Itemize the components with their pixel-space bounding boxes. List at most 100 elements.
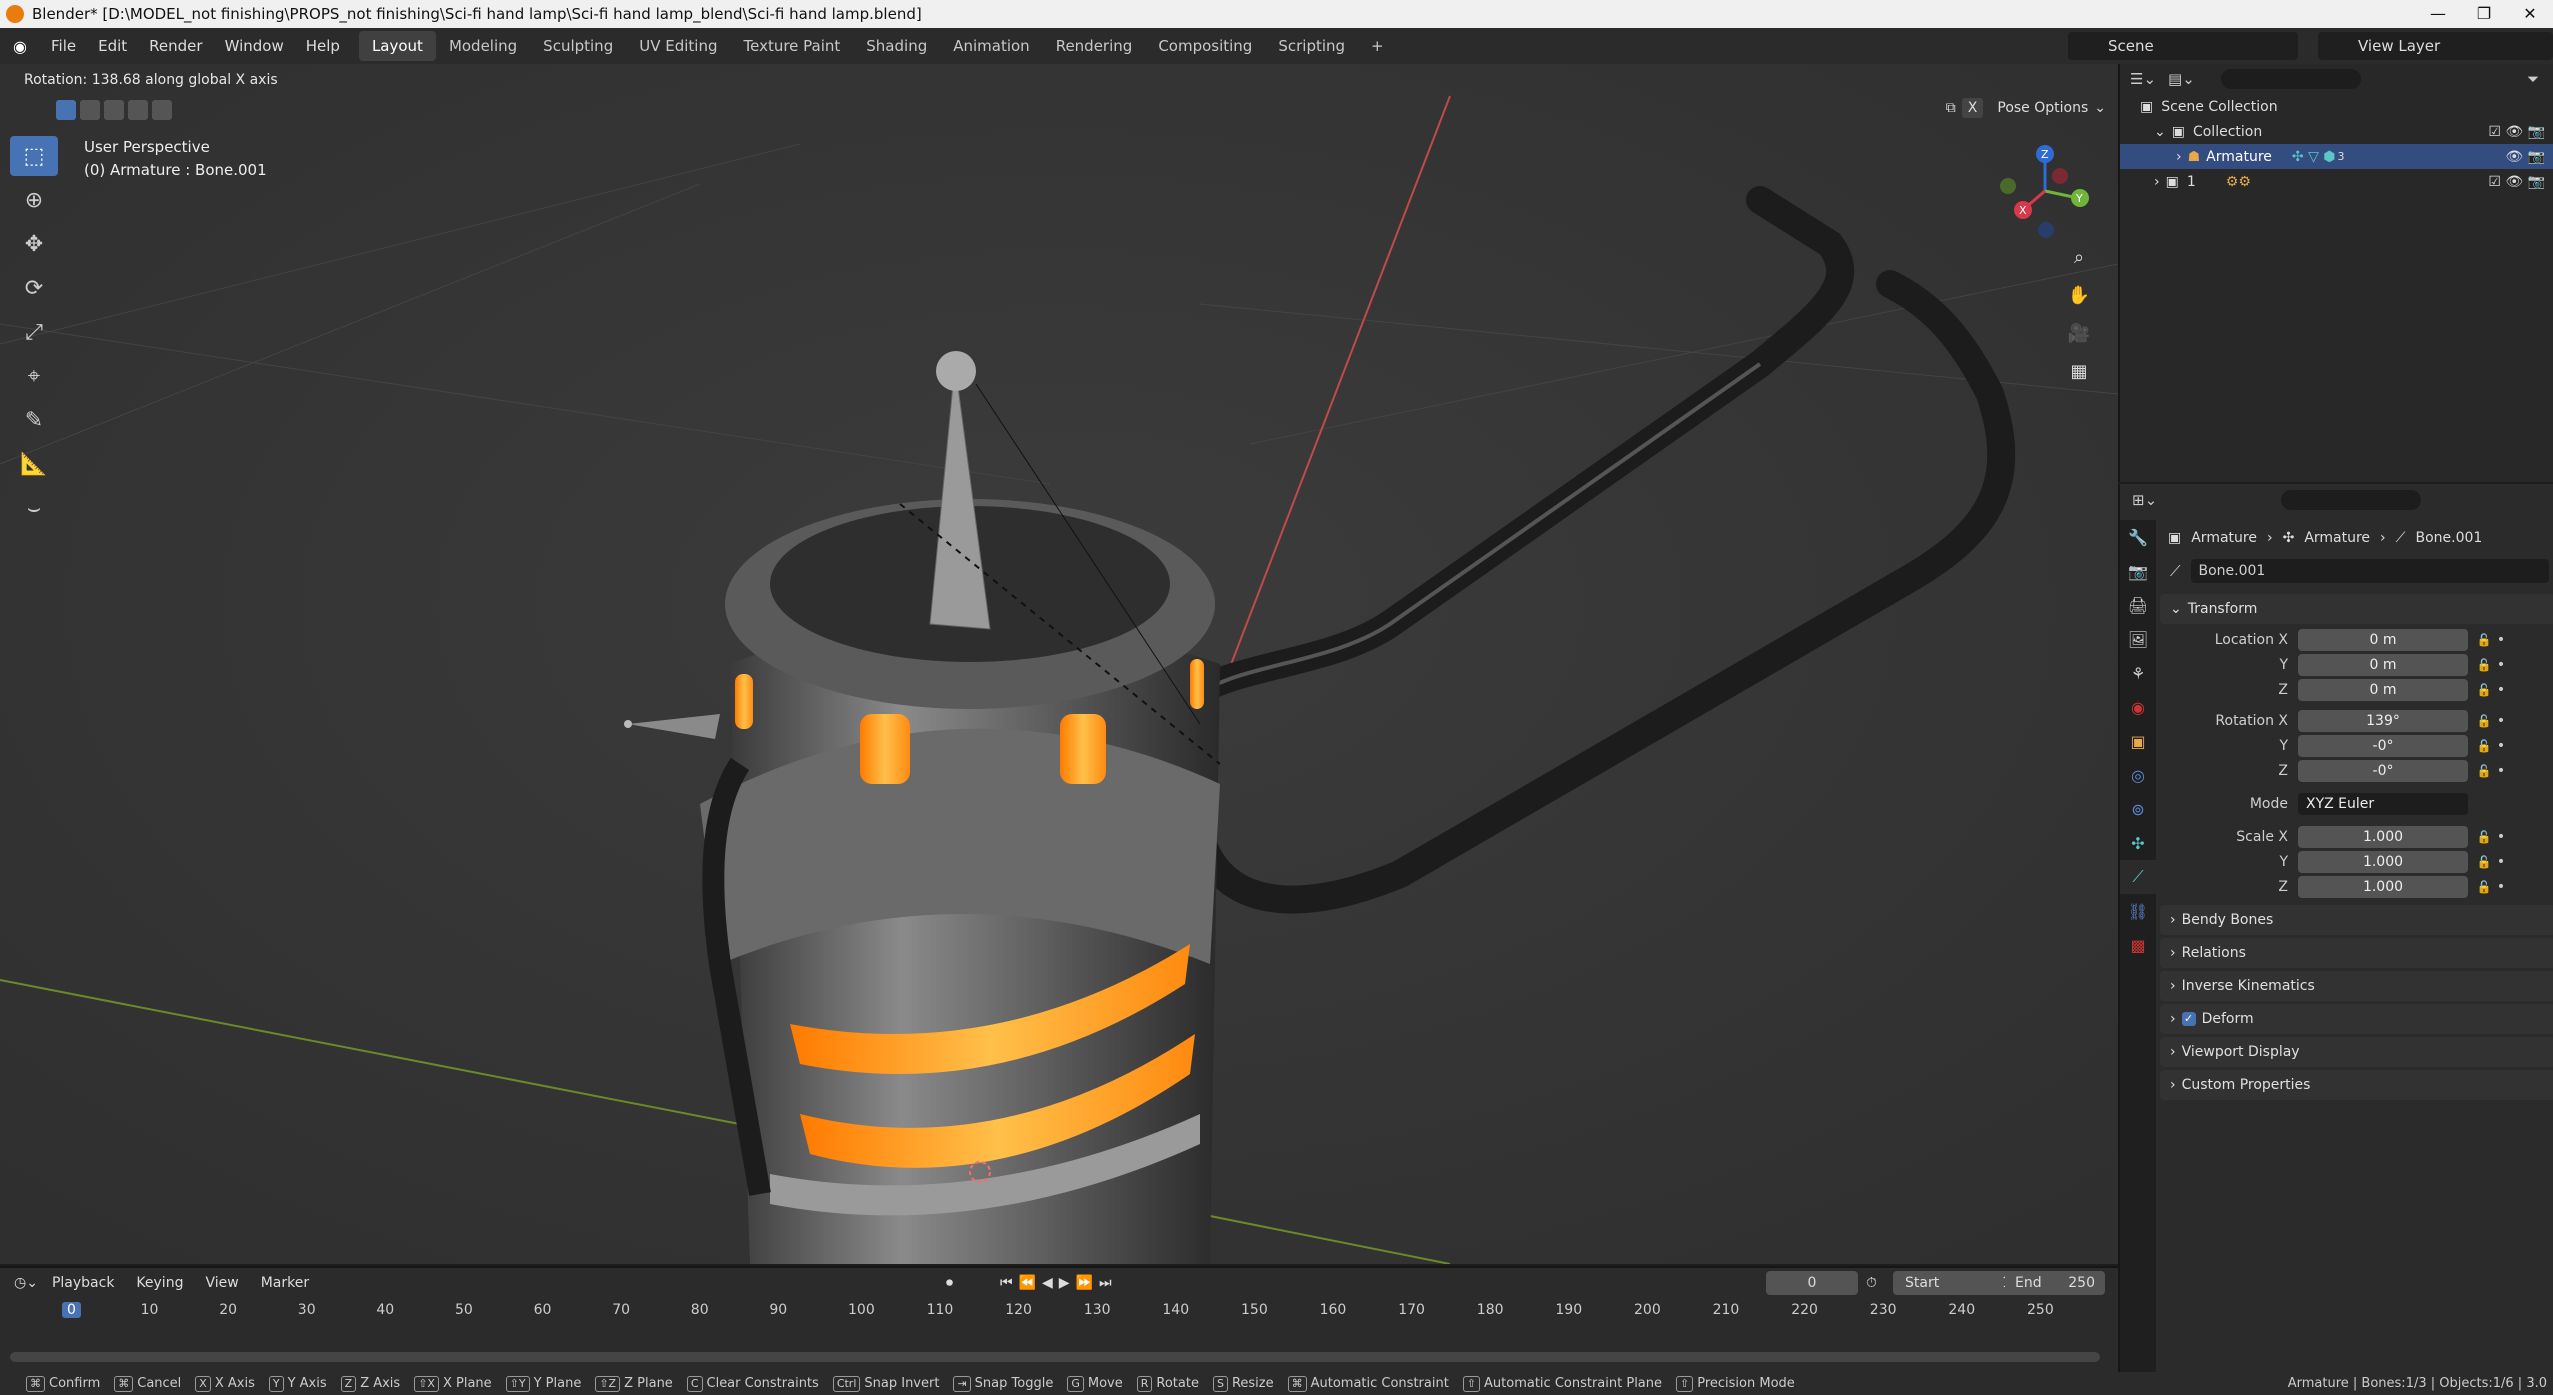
end-frame-field[interactable]: End 250	[2005, 1271, 2105, 1295]
modifier-tab-icon[interactable]: ◎	[2120, 758, 2156, 792]
outliner-collection-1[interactable]: › ▣ 1 ⚙⚙ ☑ 👁 📷	[2120, 169, 2553, 194]
menu-window[interactable]: Window	[214, 37, 295, 55]
cursor-tool[interactable]: ⊕	[10, 180, 58, 220]
view-layer-selector[interactable]: View Layer	[2318, 32, 2553, 60]
clock-icon[interactable]: ⏱	[1866, 1275, 1877, 1291]
visibility-icons[interactable]: ☑ 👁 📷	[2488, 174, 2545, 190]
select-intersect-icon[interactable]	[152, 100, 172, 120]
record-icon[interactable]: ⏺	[946, 1275, 953, 1291]
viewport-display-panel-header[interactable]: › Viewport Display	[2160, 1037, 2553, 1067]
keyframe-dot-icon[interactable]: •	[2494, 657, 2508, 673]
select-box-tool[interactable]: ⬚	[10, 136, 58, 176]
tab-scripting[interactable]: Scripting	[1265, 31, 1358, 61]
zoom-icon[interactable]: ⌕	[2060, 240, 2098, 274]
mirror-icon[interactable]: ⧉	[1946, 100, 1956, 116]
keyframe-dot-icon[interactable]: •	[2494, 738, 2508, 754]
tab-texture-paint[interactable]: Texture Paint	[730, 31, 853, 61]
bone-size-tool[interactable]: ⌣	[10, 488, 58, 528]
keyframe-dot-icon[interactable]: •	[2494, 829, 2508, 845]
world-tab-icon[interactable]: ◉	[2120, 690, 2156, 724]
lock-icon[interactable]: 🔓	[2474, 830, 2494, 844]
outliner-search-input[interactable]	[2220, 69, 2361, 89]
lock-icon[interactable]: 🔓	[2474, 633, 2494, 647]
location-y-field[interactable]: 0 m	[2298, 653, 2468, 676]
properties-search-input[interactable]	[2281, 490, 2422, 510]
object-tab-icon[interactable]: ▣	[2120, 724, 2156, 758]
blender-menu-icon[interactable]: ◉	[0, 37, 40, 56]
select-new-icon[interactable]	[56, 100, 76, 120]
tab-modeling[interactable]: Modeling	[436, 31, 530, 61]
timeline-scrollbar[interactable]	[10, 1352, 2100, 1362]
deform-checkbox[interactable]: ✓	[2181, 1012, 2196, 1026]
rotation-y-field[interactable]: -0°	[2298, 734, 2468, 757]
tab-sculpting[interactable]: Sculpting	[530, 31, 626, 61]
outliner-collection[interactable]: ⌄ ▣ Collection ☑ 👁 📷	[2120, 119, 2553, 144]
timeline-ruler[interactable]: 0 10 20 30 40 50 60 70 80 90 100 110 120 130 140 150 160…	[0, 1300, 2118, 1324]
lock-icon[interactable]: 🔓	[2474, 739, 2494, 753]
scale-z-field[interactable]: 1.000	[2298, 875, 2468, 898]
custom-properties-panel-header[interactable]: › Custom Properties	[2160, 1070, 2553, 1100]
lock-icon[interactable]: 🔓	[2474, 714, 2494, 728]
outliner-scene-collection[interactable]: ▣ Scene Collection	[2120, 94, 2553, 119]
bone-name-field[interactable]: Bone.001	[2190, 559, 2549, 583]
view-menu[interactable]: View	[205, 1275, 238, 1291]
visibility-icons[interactable]: ☑ 👁 📷	[2488, 124, 2545, 140]
display-mode-icon[interactable]: ▤⌄	[2168, 70, 2195, 88]
location-z-field[interactable]: 0 m	[2298, 678, 2468, 701]
outliner-armature[interactable]: › ☗ Armature ✣ ▽ ⬢ 3 👁 📷	[2120, 144, 2553, 169]
move-tool[interactable]: ✥	[10, 224, 58, 264]
scene-selector[interactable]: Scene	[2068, 32, 2298, 60]
pose-options-dropdown[interactable]: Pose Options	[1997, 100, 2088, 116]
keyframe-dot-icon[interactable]: •	[2494, 763, 2508, 779]
tab-shading[interactable]: Shading	[853, 31, 940, 61]
texture-tab-icon[interactable]: ▩	[2120, 928, 2156, 962]
armature-data-tab-icon[interactable]: ✣	[2120, 826, 2156, 860]
current-frame-field[interactable]: 0	[1766, 1271, 1858, 1295]
maximize-button[interactable]: ❐	[2461, 0, 2507, 28]
keyframe-dot-icon[interactable]: •	[2494, 682, 2508, 698]
tab-animation[interactable]: Animation	[940, 31, 1042, 61]
grid-ortho-icon[interactable]: ▦	[2060, 354, 2098, 388]
x-mirror-toggle[interactable]: X	[1961, 98, 1984, 118]
3d-viewport[interactable]: Rotation: 138.68 along global X axis ⧉ X…	[0, 64, 2118, 1264]
expand-arrow-icon[interactable]: ›	[2176, 149, 2182, 165]
expand-arrow-icon[interactable]: ⌄	[2154, 124, 2166, 140]
scale-tool[interactable]: ⤢	[10, 312, 58, 352]
location-x-field[interactable]: 0 m	[2298, 628, 2468, 651]
select-invert-icon[interactable]	[128, 100, 148, 120]
keyframe-dot-icon[interactable]: •	[2494, 854, 2508, 870]
bone-constraint-tab-icon[interactable]: ⛓	[2120, 894, 2156, 928]
scale-x-field[interactable]: 1.000	[2298, 825, 2468, 848]
lock-icon[interactable]: 🔓	[2474, 683, 2494, 697]
bendy-bones-panel-header[interactable]: › Bendy Bones	[2160, 905, 2553, 935]
close-button[interactable]: ✕	[2507, 0, 2553, 28]
menu-render[interactable]: Render	[138, 37, 213, 55]
view-layer-tab-icon[interactable]: 🖼	[2120, 622, 2156, 656]
rotation-x-field[interactable]: 139°	[2298, 709, 2468, 732]
scene-tab-icon[interactable]: ⚘	[2120, 656, 2156, 690]
lock-icon[interactable]: 🔓	[2474, 880, 2494, 894]
deform-panel-header[interactable]: › ✓ Deform	[2160, 1004, 2553, 1034]
tab-rendering[interactable]: Rendering	[1043, 31, 1146, 61]
rotate-tool[interactable]: ⟳	[10, 268, 58, 308]
tab-layout[interactable]: Layout	[358, 31, 436, 61]
editor-type-icon[interactable]: ◷⌄	[14, 1275, 38, 1291]
keying-menu[interactable]: Keying	[136, 1275, 183, 1291]
inverse-kinematics-panel-header[interactable]: › Inverse Kinematics	[2160, 971, 2553, 1001]
add-workspace-button[interactable]: +	[1358, 31, 1397, 61]
menu-help[interactable]: Help	[295, 37, 351, 55]
minimize-button[interactable]: —	[2415, 0, 2461, 28]
transform-panel-header[interactable]: ⌄ Transform	[2160, 594, 2553, 624]
editor-type-icon[interactable]: ☰⌄	[2130, 70, 2156, 88]
playback-menu[interactable]: Playback	[52, 1275, 114, 1291]
rotation-z-field[interactable]: -0°	[2298, 759, 2468, 782]
visibility-icons[interactable]: 👁 📷	[2505, 149, 2545, 165]
editor-type-icon[interactable]: ⊞⌄	[2132, 491, 2157, 509]
lock-icon[interactable]: 🔓	[2474, 658, 2494, 672]
render-tab-icon[interactable]: 📷	[2120, 554, 2156, 588]
relations-panel-header[interactable]: › Relations	[2160, 938, 2553, 968]
tool-tab-icon[interactable]: 🔧	[2120, 520, 2156, 554]
menu-edit[interactable]: Edit	[87, 37, 138, 55]
pan-hand-icon[interactable]: ✋	[2060, 278, 2098, 312]
select-subtract-icon[interactable]	[104, 100, 124, 120]
